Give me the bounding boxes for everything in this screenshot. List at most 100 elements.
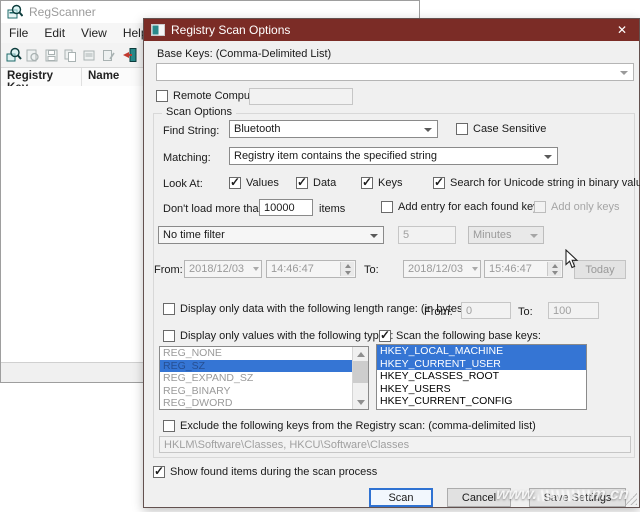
checkbox-box	[229, 177, 241, 189]
regscanner-app-icon	[7, 4, 23, 20]
spinner-arrows-icon	[547, 262, 561, 276]
open-icon[interactable]	[24, 47, 41, 64]
add-entry-checkbox[interactable]: Add entry for each found key	[381, 201, 539, 213]
list-item[interactable]: HKEY_CLASSES_ROOT	[377, 370, 586, 383]
regscanner-title: RegScanner	[29, 5, 96, 19]
max-items-field[interactable]: 10000	[259, 199, 313, 216]
time-unit-value: Minutes	[473, 229, 512, 241]
list-item[interactable]: HKEY_USERS	[377, 383, 586, 396]
exclude-keys-label: Exclude the following keys from the Regi…	[180, 420, 536, 432]
add-only-keys-label: Add only keys	[551, 201, 619, 213]
checkbox-box	[456, 123, 468, 135]
look-at-label: Look At:	[163, 178, 203, 190]
checkbox-box	[156, 90, 168, 102]
data-label: Data	[313, 177, 336, 189]
checkbox-box	[153, 466, 165, 478]
save-icon[interactable]	[43, 47, 60, 64]
chevron-down-icon	[472, 267, 478, 271]
clear-icon[interactable]	[100, 47, 117, 64]
from-date-picker: 2018/12/03	[184, 260, 262, 278]
checkbox-box	[163, 330, 175, 342]
checkbox-box	[381, 201, 393, 213]
to-time-spinner: 15:46:47	[484, 260, 563, 278]
time-filter-combobox[interactable]: No time filter	[158, 226, 384, 244]
list-item: REG_SZ	[160, 360, 353, 373]
unicode-search-checkbox[interactable]: Search for Unicode string in binary valu…	[433, 177, 640, 189]
list-item[interactable]: HKEY_CURRENT_CONFIG	[377, 395, 586, 408]
types-filter-checkbox[interactable]: Display only values with the following t…	[163, 330, 393, 342]
show-found-label: Show found items during the scan process	[170, 466, 377, 478]
to-date-value: 2018/12/03	[408, 263, 463, 275]
checkbox-box	[379, 330, 391, 342]
chevron-down-icon	[544, 155, 552, 159]
case-sensitive-label: Case Sensitive	[473, 123, 546, 135]
length-from-field: 0	[461, 302, 511, 319]
copy-icon[interactable]	[62, 47, 79, 64]
dialog-title: Registry Scan Options	[171, 23, 290, 37]
properties-icon[interactable]	[81, 47, 98, 64]
keys-checkbox[interactable]: Keys	[361, 177, 402, 189]
values-checkbox[interactable]: Values	[229, 177, 279, 189]
menu-view[interactable]: View	[73, 24, 115, 42]
column-name[interactable]: Name	[82, 68, 144, 86]
list-item[interactable]: HKEY_LOCAL_MACHINE	[377, 345, 586, 358]
exclude-keys-checkbox[interactable]: Exclude the following keys from the Regi…	[163, 420, 536, 432]
spinner-arrows-icon	[340, 262, 354, 276]
values-label: Values	[246, 177, 279, 189]
add-entry-label: Add entry for each found key	[398, 201, 539, 213]
matching-combobox[interactable]: Registry item contains the specified str…	[229, 147, 558, 165]
checkbox-box	[361, 177, 373, 189]
list-item: REG_DWORD	[160, 397, 353, 410]
time-number-field: 5	[398, 226, 456, 244]
scan-base-keys-checkbox[interactable]: Scan the following base keys:	[379, 330, 541, 342]
max-items-value: 10000	[264, 202, 295, 214]
list-item: REG_BINARY	[160, 385, 353, 398]
scan-options-legend: Scan Options	[162, 106, 236, 118]
menu-edit[interactable]: Edit	[36, 24, 73, 42]
checkbox-box	[163, 420, 175, 432]
dialog-titlebar[interactable]: Registry Scan Options ✕	[144, 19, 639, 41]
exclude-keys-value: HKLM\Software\Classes, HKCU\Software\Cla…	[164, 439, 409, 451]
length-from-value: 0	[466, 305, 472, 317]
checkbox-box	[163, 303, 175, 315]
cancel-button-label: Cancel	[462, 492, 496, 504]
scan-button[interactable]: Scan	[369, 488, 433, 507]
column-registry-key[interactable]: Registry Key	[1, 68, 82, 86]
case-sensitive-checkbox[interactable]: Case Sensitive	[456, 123, 546, 135]
list-item[interactable]: HKEY_CURRENT_USER	[377, 358, 586, 371]
save-settings-button[interactable]: Save Settings	[529, 488, 626, 507]
data-checkbox[interactable]: Data	[296, 177, 336, 189]
value-types-listbox: REG_NONEREG_SZREG_EXPAND_SZREG_BINARYREG…	[159, 346, 369, 410]
matching-value: Registry item contains the specified str…	[234, 150, 437, 162]
length-to-value: 100	[553, 305, 571, 317]
scrollbar-thumb[interactable]	[353, 361, 368, 383]
scroll-down-icon[interactable]	[353, 395, 368, 409]
cancel-button[interactable]: Cancel	[447, 488, 511, 507]
scroll-up-icon[interactable]	[353, 347, 368, 361]
resize-grip[interactable]	[625, 493, 637, 505]
mouse-cursor	[565, 249, 579, 269]
menu-file[interactable]: File	[1, 24, 36, 42]
scan-icon[interactable]	[5, 47, 22, 64]
today-button: Today	[574, 260, 626, 279]
find-string-combobox[interactable]: Bluetooth	[229, 120, 438, 138]
exit-icon[interactable]	[121, 47, 138, 64]
base-keys-combobox[interactable]	[156, 63, 634, 81]
length-from-label: From:	[424, 306, 453, 318]
save-settings-label: Save Settings	[544, 492, 612, 504]
chevron-down-icon	[530, 234, 538, 238]
types-filter-label: Display only values with the following t…	[180, 330, 393, 342]
length-to-field: 100	[548, 302, 599, 319]
show-found-checkbox[interactable]: Show found items during the scan process	[153, 466, 377, 478]
scan-base-keys-label: Scan the following base keys:	[396, 330, 541, 342]
close-icon[interactable]: ✕	[605, 19, 639, 41]
screenshot: RegScanner File Edit View Help	[0, 0, 640, 512]
base-keys-listbox[interactable]: HKEY_LOCAL_MACHINEHKEY_CURRENT_USERHKEY_…	[376, 344, 587, 410]
types-list-scrollbar[interactable]	[352, 347, 368, 409]
find-string-label: Find String:	[163, 125, 219, 137]
length-range-checkbox[interactable]: Display only data with the following len…	[163, 303, 466, 315]
chevron-down-icon	[253, 267, 259, 271]
time-unit-combobox: Minutes	[468, 226, 544, 244]
length-to-label: To:	[518, 306, 533, 318]
chevron-down-icon	[424, 128, 432, 132]
